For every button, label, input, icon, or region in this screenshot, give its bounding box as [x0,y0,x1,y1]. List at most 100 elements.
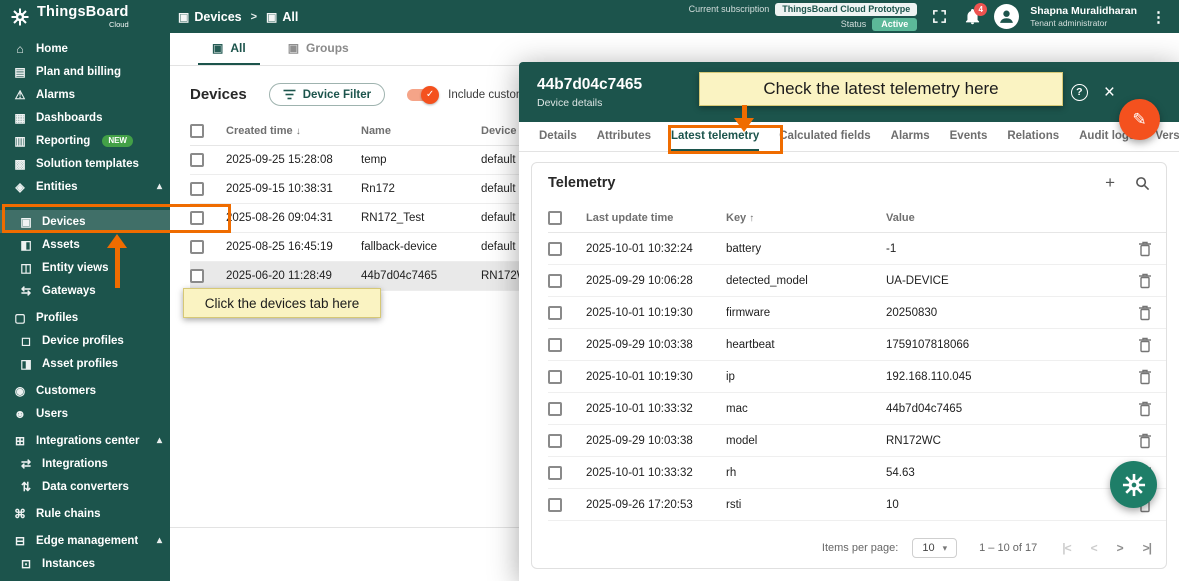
column-name[interactable]: Name [361,125,481,137]
row-checkbox[interactable] [548,466,562,480]
select-all-checkbox[interactable] [548,211,562,225]
sidebar-item-profiles[interactable]: ▢ Profiles [0,306,170,329]
row-checkbox[interactable] [548,306,562,320]
sidebar-item-dashboards[interactable]: ▦ Dashboards [0,106,170,129]
device-filter-button[interactable]: Device Filter [269,83,385,106]
sidebar-item-assets[interactable]: ◧ Assets [0,233,170,256]
delete-button[interactable] [1138,337,1152,353]
delete-button[interactable] [1138,369,1152,385]
sidebar-item-customers[interactable]: ◉ Customers [0,379,170,402]
telemetry-table-body: 2025-10-01 10:32:24 battery -1 [548,233,1166,521]
tab-attributes[interactable]: Attributes [597,122,651,151]
telemetry-card: Telemetry + Last update time Key ↑ Value [531,162,1167,569]
column-last-update-time[interactable]: Last update time [586,212,726,224]
row-checkbox[interactable] [548,498,562,512]
sidebar-item-plan-and-billing[interactable]: ▤ Plan and billing [0,60,170,83]
sidebar-item-users[interactable]: ☻ Users [0,402,170,425]
sidebar-item-entities[interactable]: ◈ Entities ▴ [0,175,170,198]
row-checkbox[interactable] [190,269,204,283]
column-value[interactable]: Value [886,212,1122,224]
delete-button[interactable] [1138,433,1152,449]
telemetry-row[interactable]: 2025-10-01 10:33:32 mac 44b7d04c7465 [548,393,1166,425]
tab-version-control[interactable]: Version control [1155,122,1179,151]
column-key[interactable]: Key ↑ [726,212,886,224]
chevron-up-icon[interactable]: ▴ [157,435,162,446]
fullscreen-button[interactable] [928,6,950,28]
sidebar-item-home[interactable]: ⌂ Home [0,37,170,60]
items-per-page-select[interactable]: 10 ▾ [912,538,957,558]
sort-desc-icon: ↓ [296,126,301,137]
prev-page-button[interactable]: < [1088,541,1100,555]
sidebar-item-alarms[interactable]: ⚠ Alarms [0,83,170,106]
telemetry-row[interactable]: 2025-10-01 10:33:32 rh 54.63 [548,457,1166,489]
column-created-time[interactable]: Created time ↓ [226,125,361,137]
add-telemetry-button[interactable]: + [1105,173,1115,193]
annotation-rect-latest-telemetry [668,125,783,154]
row-checkbox[interactable] [548,402,562,416]
thingsboard-logo[interactable]: ThingsBoard Cloud [0,5,170,28]
search-button[interactable] [1135,176,1150,191]
assets-icon: ◧ [19,238,33,252]
tab-alarms[interactable]: Alarms [891,122,930,151]
breadcrumb-item-devices[interactable]: ▣ Devices [178,10,242,24]
first-page-button[interactable]: |< [1059,541,1073,555]
device-name: RN172_Test [361,212,481,224]
help-button[interactable]: ? [1071,84,1088,101]
last-page-button[interactable]: >| [1140,541,1154,555]
telemetry-row[interactable]: 2025-09-29 10:06:28 detected_model UA-DE… [548,265,1166,297]
telemetry-row[interactable]: 2025-09-29 10:03:38 heartbeat 1759107818… [548,329,1166,361]
telemetry-row[interactable]: 2025-09-29 10:03:38 model RN172WC [548,425,1166,457]
devices-icon: ▣ [266,10,277,24]
sidebar-item-integrations-center[interactable]: ⊞ Integrations center ▴ [0,429,170,452]
edit-fab-button[interactable]: ✎ [1119,99,1160,140]
sidebar-item-asset-profiles[interactable]: ◨ Asset profiles [0,352,170,375]
row-checkbox[interactable] [548,338,562,352]
row-checkbox[interactable] [548,370,562,384]
telemetry-row[interactable]: 2025-10-01 10:19:30 ip 192.168.110.045 [548,361,1166,393]
tab-events[interactable]: Events [950,122,988,151]
tab-relations[interactable]: Relations [1007,122,1059,151]
row-checkbox[interactable] [190,153,204,167]
sidebar-item-device-profiles[interactable]: ◻ Device profiles [0,329,170,352]
row-checkbox[interactable] [548,434,562,448]
delete-button[interactable] [1138,273,1152,289]
row-checkbox[interactable] [548,274,562,288]
sidebar-item-solution-templates[interactable]: ▩ Solution templates [0,152,170,175]
sidebar-item-rule-chains[interactable]: ⌘ Rule chains [0,502,170,525]
telemetry-row[interactable]: 2025-10-01 10:32:24 battery -1 [548,233,1166,265]
delete-button[interactable] [1138,401,1152,417]
tab-groups[interactable]: ▣ Groups [274,33,363,65]
sidebar-item-gateways[interactable]: ⇆ Gateways [0,279,170,302]
chevron-up-icon[interactable]: ▴ [157,535,162,546]
more-menu-button[interactable]: ⋮ [1148,8,1169,26]
breadcrumb-item-all[interactable]: ▣ All [266,10,298,24]
telemetry-key: firmware [726,307,886,319]
telemetry-time: 2025-09-29 10:03:38 [586,339,726,351]
delete-button[interactable] [1138,241,1152,257]
chevron-up-icon[interactable]: ▴ [157,181,162,192]
subscription-badge[interactable]: ThingsBoard Cloud Prototype [775,3,917,16]
row-checkbox[interactable] [190,240,204,254]
sidebar-item-reporting[interactable]: ▥ Reporting NEW [0,129,170,152]
chat-widget-button[interactable] [1110,461,1157,508]
select-all-checkbox[interactable] [190,124,204,138]
tab-details[interactable]: Details [539,122,577,151]
next-page-button[interactable]: > [1114,541,1126,555]
delete-button[interactable] [1138,305,1152,321]
row-checkbox[interactable] [190,182,204,196]
sidebar-item-entity-views[interactable]: ◫ Entity views [0,256,170,279]
tab-calculated-fields[interactable]: Calculated fields [779,122,870,151]
sidebar-item-instances[interactable]: ⊡ Instances [0,552,170,575]
row-checkbox[interactable] [548,242,562,256]
include-customer-entities-toggle[interactable]: ✓ [407,89,437,101]
telemetry-row[interactable]: 2025-10-01 10:19:30 firmware 20250830 [548,297,1166,329]
telemetry-row[interactable]: 2025-09-26 17:20:53 rsti 10 [548,489,1166,521]
sidebar-item-data-converters[interactable]: ⇅ Data converters [0,475,170,498]
notifications-button[interactable]: 4 [961,6,983,28]
sidebar-item-edge-management[interactable]: ⊟ Edge management ▴ [0,529,170,552]
close-icon[interactable]: × [1104,83,1115,102]
avatar[interactable] [994,4,1019,29]
dashboards-icon: ▦ [13,111,27,125]
sidebar-item-integrations[interactable]: ⇄ Integrations [0,452,170,475]
tab-all[interactable]: ▣ All [198,33,260,65]
